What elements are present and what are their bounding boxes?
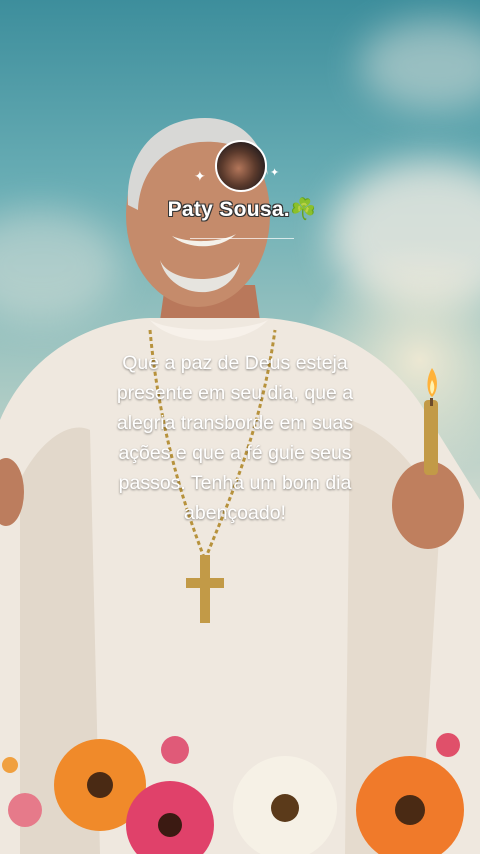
message-line: abençoado! xyxy=(184,502,286,524)
message-line: passos. Tenha um bom dia xyxy=(118,472,352,494)
message-line: presente em seu dia, que a xyxy=(116,382,354,404)
message-line: Que a paz de Deus esteja xyxy=(122,352,348,374)
blessing-message: Que a paz de Deus esteja presente em seu… xyxy=(90,348,380,528)
divider xyxy=(190,238,294,239)
message-line: alegria transborde em suas xyxy=(116,412,354,434)
message-line: ações e que a fé guie seus xyxy=(118,442,352,464)
profile-avatar-icon[interactable] xyxy=(215,140,267,192)
clover-emoji: ☘️ xyxy=(289,198,317,221)
profile-watermark: ✦ ✦ Paty Sousa.☘️ xyxy=(162,140,322,250)
sparkle-icon: ✦ xyxy=(270,167,280,179)
username-text: Paty Sousa. xyxy=(167,198,290,221)
sparkle-icon: ✦ xyxy=(194,168,206,184)
username: Paty Sousa.☘️ xyxy=(162,198,322,222)
